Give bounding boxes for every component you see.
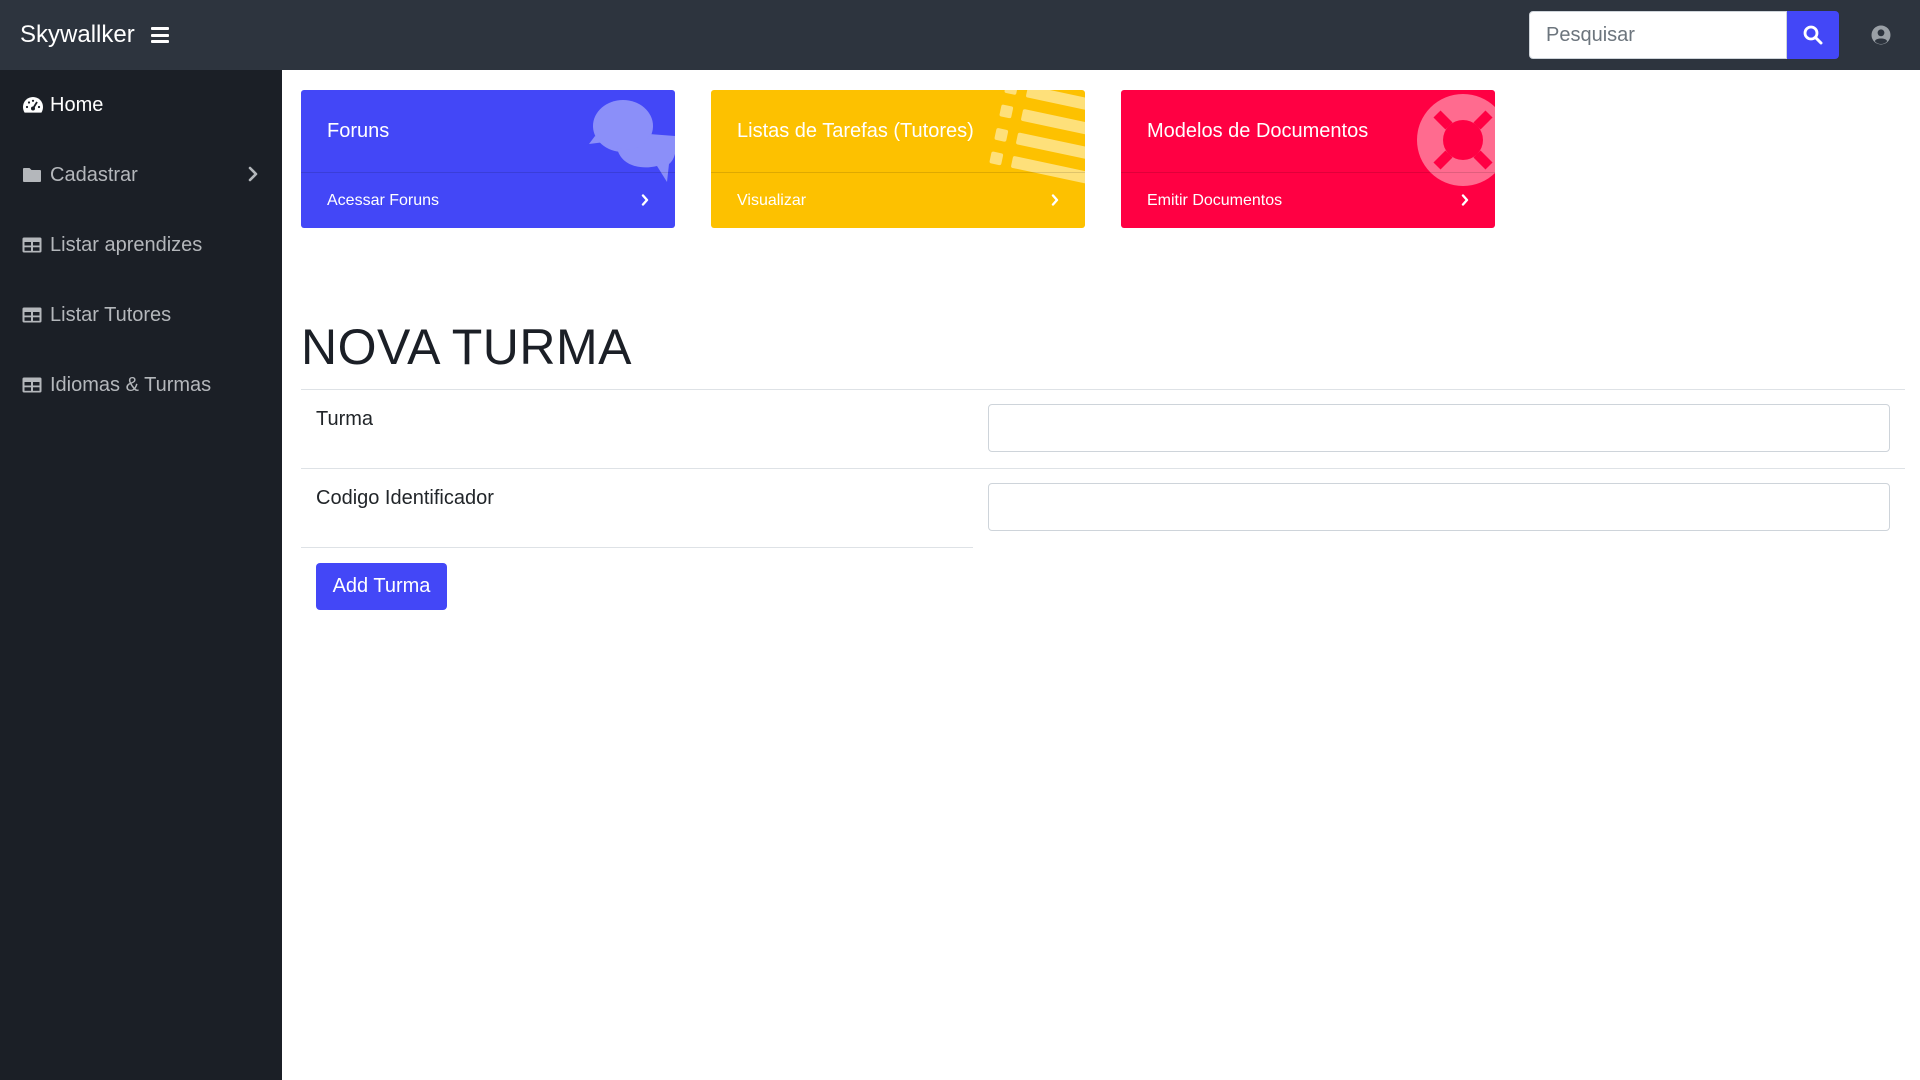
table-icon: [22, 234, 44, 256]
divider: [301, 547, 973, 548]
turma-input[interactable]: [988, 404, 1890, 452]
search-input[interactable]: [1529, 11, 1787, 59]
card-link-acessar-foruns[interactable]: Acessar Foruns: [301, 172, 675, 228]
chevron-right-icon: [641, 194, 649, 206]
sidebar-item-listar-aprendizes[interactable]: Listar aprendizes: [0, 210, 282, 280]
user-circle-icon[interactable]: [1871, 25, 1891, 45]
card-listas-de-tarefas: Listas de Tarefas (Tutores) Visualizar: [711, 90, 1085, 228]
card-foruns: Foruns Acessar Foruns: [301, 90, 675, 228]
folder-icon: [22, 164, 44, 186]
search-form: [1529, 11, 1839, 59]
dashboard-icon: [22, 94, 44, 116]
sidebar-item-cadastrar[interactable]: Cadastrar: [0, 140, 282, 210]
search-button[interactable]: [1787, 11, 1839, 59]
card-link-emitir-documentos[interactable]: Emitir Documentos: [1121, 172, 1495, 228]
card-link-label: Acessar Foruns: [327, 191, 440, 209]
divider: [301, 389, 1905, 390]
table-icon: [22, 374, 44, 396]
sidebar: Home Cadastrar Listar aprendizes Listar …: [0, 70, 282, 1080]
chevron-right-icon: [1051, 194, 1059, 206]
sidebar-item-label: Cadastrar: [50, 163, 138, 186]
card-modelos-de-documentos: Modelos de Documentos Emitir Documentos: [1121, 90, 1495, 228]
sidebar-item-home[interactable]: Home: [0, 70, 282, 140]
table-icon: [22, 304, 44, 326]
chevron-right-icon: [1461, 194, 1469, 206]
sidebar-item-idiomas-turmas[interactable]: Idiomas & Turmas: [0, 350, 282, 420]
sidebar-item-label: Idiomas & Turmas: [50, 373, 212, 396]
codigo-identificador-input[interactable]: [988, 483, 1890, 531]
card-link-label: Visualizar: [737, 191, 807, 209]
page-title: NOVA TURMA: [301, 319, 632, 375]
card-title: Modelos de Documentos: [1147, 120, 1369, 142]
codigo-identificador-label: Codigo Identificador: [316, 487, 494, 509]
brand-name[interactable]: Skywallker: [20, 21, 135, 49]
add-turma-button[interactable]: Add Turma: [316, 563, 447, 610]
divider: [301, 468, 1905, 469]
top-navbar: Skywallker: [0, 0, 1920, 70]
hamburger-icon[interactable]: [150, 27, 169, 43]
turma-label: Turma: [316, 408, 374, 430]
card-title: Foruns: [327, 120, 390, 142]
search-icon: [1803, 25, 1823, 45]
chevron-right-icon: [248, 166, 258, 182]
sidebar-item-label: Home: [50, 93, 104, 116]
sidebar-item-listar-tutores[interactable]: Listar Tutores: [0, 280, 282, 350]
card-link-label: Emitir Documentos: [1147, 191, 1283, 209]
card-link-visualizar[interactable]: Visualizar: [711, 172, 1085, 228]
card-title: Listas de Tarefas (Tutores): [737, 120, 974, 142]
sidebar-item-label: Listar Tutores: [50, 303, 172, 326]
sidebar-item-label: Listar aprendizes: [50, 233, 203, 256]
